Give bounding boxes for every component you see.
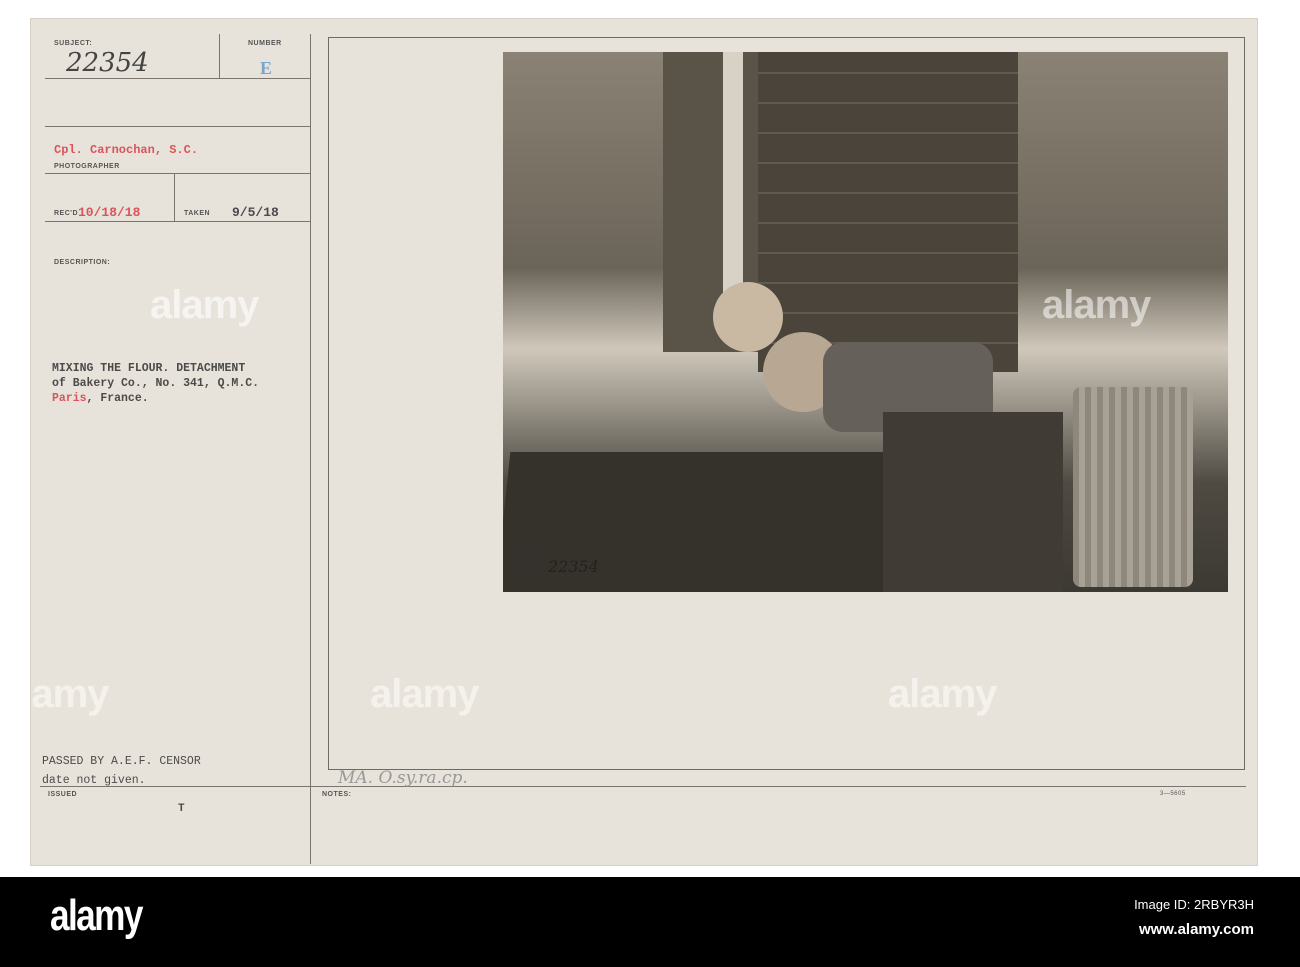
pipe [723,52,743,312]
image-id: Image ID: 2RBYR3H [1134,897,1254,912]
stamp-number: 22354 [548,557,599,576]
watermark: alamy [150,283,259,327]
censor-line: date not given. [42,774,146,787]
issued-value: T [178,803,185,815]
watermark: alamy [888,672,997,716]
notes-handwriting: MA. O.sy.ra.cp. [338,768,468,788]
alamy-footer: alamy Image ID: 2RBYR3H www.alamy.com [0,877,1300,967]
signal-corps-stamp: SIGNAL CORPS USA [511,549,543,581]
photographer-label: PHOTOGRAPHER [54,163,120,170]
crates [758,52,1018,372]
divider [45,221,310,222]
divider [45,126,310,127]
issued-label: ISSUED [48,791,78,798]
subject-label: SUBJECT: [54,40,93,47]
divider [174,173,175,221]
trough [883,412,1063,592]
number-value: E [260,58,273,78]
column-divider [310,34,311,864]
description-line: MIXING THE FLOUR. DETACHMENT [52,362,246,375]
watermark: alamy [1042,283,1151,327]
divider [45,173,310,174]
watermark: alamy [0,672,109,716]
description-line: of Bakery Co., No. 341, Q.M.C. [52,377,260,390]
number-label: NUMBER [248,40,282,47]
trash-can [1073,387,1193,587]
notes-label: NOTES: [322,791,352,798]
alamy-logo[interactable]: alamy [50,891,143,941]
watermark: alamy [370,672,479,716]
taken-label: TAKEN [184,210,211,217]
description-country: , France. [86,392,149,405]
description: MIXING THE FLOUR. DETACHMENT of Bakery C… [52,361,259,406]
description-city: Paris [52,392,87,405]
recd-value: 10/18/18 [78,205,141,220]
photographer-name: Cpl. Carnochan, S.C. [54,143,199,157]
form-number: 3—5605 [1160,791,1186,797]
censor-note: PASSED BY A.E.F. CENSOR date not given. [42,752,201,790]
censor-line: PASSED BY A.E.F. CENSOR [42,755,201,768]
divider [40,786,1246,787]
site-link[interactable]: www.alamy.com [1139,921,1254,938]
description-label: DESCRIPTION: [54,259,111,266]
divider [219,34,220,78]
man-face [713,282,783,352]
divider [45,78,310,79]
description-line: Paris, France. [52,391,259,406]
subject-value: 22354 [66,48,149,78]
recd-label: REC'D [54,210,78,217]
taken-value: 9/5/18 [232,205,279,220]
